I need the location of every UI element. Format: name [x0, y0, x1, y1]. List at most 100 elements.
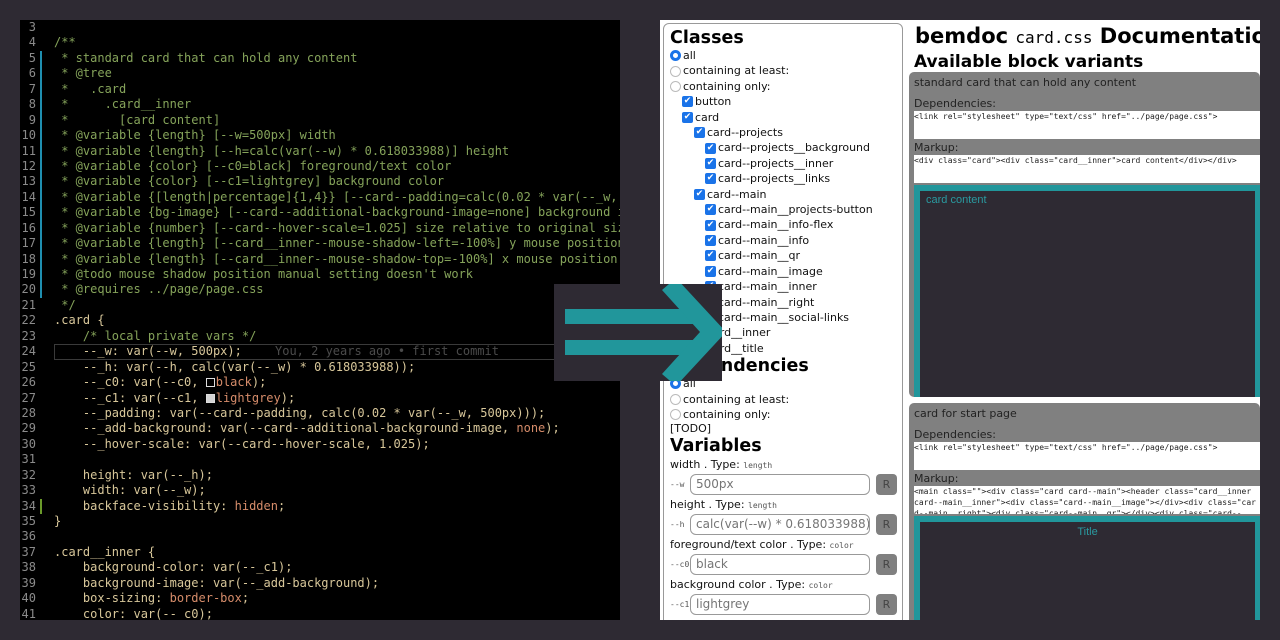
code-text: */: [54, 297, 76, 312]
radio-button[interactable]: [670, 409, 681, 421]
code-line[interactable]: 23 /* local private vars */: [20, 329, 620, 344]
code-line[interactable]: 7 * .card: [20, 81, 620, 98]
class-checkbox-item[interactable]: ✔ card--main__info-flex: [670, 217, 902, 232]
class-checkbox-item[interactable]: ✔ card--main__image: [670, 264, 902, 279]
code-line[interactable]: 13 * @variable {color} [--c1=lightgrey] …: [20, 174, 620, 190]
code-line[interactable]: 34 backface-visibility: hidden;: [20, 498, 620, 514]
checkbox[interactable]: ✔: [705, 158, 716, 170]
checkbox[interactable]: ✔: [694, 188, 705, 200]
variable-input[interactable]: [690, 473, 870, 495]
markup-code[interactable]: <div class="card"><div class="card__inne…: [914, 155, 1260, 183]
code-line[interactable]: 8 * .card__inner: [20, 97, 620, 113]
variable-name: --w: [670, 479, 685, 489]
card-preview[interactable]: card content: [914, 185, 1260, 397]
dependencies-code[interactable]: <link rel="stylesheet" type="text/css" h…: [914, 111, 1260, 139]
class-checkbox-item[interactable]: ✔ card--projects__inner: [670, 156, 902, 171]
line-number: 36: [21, 529, 36, 544]
radio-button[interactable]: [670, 65, 681, 77]
code-line[interactable]: 36: [20, 529, 620, 544]
code-line[interactable]: 4 /**: [20, 35, 620, 50]
class-checkbox-item[interactable]: ✔ card--projects: [670, 125, 902, 140]
radio-button[interactable]: [670, 50, 681, 62]
sidebar-scrollbar[interactable]: [902, 44, 903, 620]
code-line[interactable]: 22 .card {: [20, 313, 620, 328]
code-line[interactable]: 35}: [20, 514, 620, 529]
class-checkbox-item[interactable]: ✔ card--main: [670, 187, 902, 202]
variable-input[interactable]: [690, 593, 870, 615]
checkbox[interactable]: ✔: [682, 111, 693, 123]
color-swatch-icon[interactable]: [205, 378, 215, 388]
code-line[interactable]: 32 height: var(--_h);: [20, 468, 620, 483]
code-line[interactable]: 6 * @tree: [20, 66, 620, 82]
class-filter-radio-2[interactable]: containing only:: [670, 79, 902, 94]
code-line[interactable]: 10 * @variable {length} [--w=500px] widt…: [20, 128, 620, 144]
line-number: 18: [21, 251, 36, 266]
class-checkbox-item[interactable]: ✔ button: [670, 94, 902, 109]
reset-button[interactable]: R: [876, 593, 897, 615]
class-label: card--projects__inner: [718, 156, 834, 170]
code-line[interactable]: 29 --_add-background: var(--card--additi…: [20, 421, 620, 436]
code-line[interactable]: 20 * @requires ../page/page.css: [20, 282, 620, 298]
code-line[interactable]: 3: [20, 20, 620, 35]
code-line[interactable]: 16 * @variable {number} [--card--hover-s…: [20, 220, 620, 237]
line-number: 3: [28, 20, 36, 34]
code-line[interactable]: 24 --_w: var(--w, 500px); You, 2 years ag…: [20, 344, 620, 360]
class-checkbox-item[interactable]: ✔ card--main__info: [670, 233, 902, 248]
code-line[interactable]: 21 */: [20, 298, 620, 313]
code-line[interactable]: 27 --_c1: var(--c1, lightgrey);: [20, 391, 620, 406]
code-line[interactable]: 5 * standard card that can hold any cont…: [20, 50, 620, 67]
checkbox[interactable]: ✔: [694, 127, 705, 139]
class-checkbox-item[interactable]: ✔ card--main__projects-button: [670, 202, 902, 217]
reset-button[interactable]: R: [876, 473, 897, 495]
class-filter-radio-1[interactable]: containing at least:: [670, 63, 902, 78]
card-preview[interactable]: Title: [914, 516, 1260, 620]
markup-code[interactable]: <main class=""><div class="card card--ma…: [914, 486, 1260, 514]
code-line[interactable]: 26 --_c0: var(--c0, black);: [20, 375, 620, 390]
dependencies-code[interactable]: <link rel="stylesheet" type="text/css" h…: [914, 442, 1260, 470]
code-line[interactable]: 15 * @variable {bg-image} [--card--addit…: [20, 205, 620, 221]
reset-button[interactable]: R: [876, 513, 897, 535]
checkbox[interactable]: ✔: [705, 235, 716, 247]
checkbox[interactable]: ✔: [705, 204, 716, 216]
color-swatch-icon[interactable]: [205, 393, 215, 403]
variable-row: --h R: [670, 512, 902, 536]
checkbox[interactable]: ✔: [705, 142, 716, 154]
code-editor[interactable]: 3 4/** 5 * standard card that can hold any…: [20, 20, 620, 620]
radio-button[interactable]: [670, 393, 681, 405]
code-line[interactable]: 41 color: var(--_c0);: [20, 607, 620, 620]
code-line[interactable]: 25 --_h: var(--h, calc(var(--_w) * 0.618…: [20, 360, 620, 375]
code-line[interactable]: 19 * @todo mouse shadow position manual …: [20, 267, 620, 283]
code-line[interactable]: 39 background-image: var(--_add-backgrou…: [20, 576, 620, 591]
checkbox[interactable]: ✔: [705, 219, 716, 231]
code-line[interactable]: 17 * @variable {length} [--card__inner--…: [20, 236, 620, 252]
reset-button[interactable]: R: [876, 553, 897, 575]
code-text: --_c0: var(--c0, black);: [54, 375, 267, 390]
class-checkbox-item[interactable]: ✔ card--projects__background: [670, 140, 902, 155]
dependency-filter-radio-2[interactable]: containing only:: [670, 407, 902, 422]
class-filter-radio-0[interactable]: all: [670, 48, 902, 63]
code-line[interactable]: 33 width: var(--_w);: [20, 483, 620, 498]
code-line[interactable]: 9 * [card content]: [20, 112, 620, 129]
code-line[interactable]: 38 background-color: var(--_c1);: [20, 560, 620, 575]
code-line[interactable]: 28 --_padding: var(--card--padding, calc…: [20, 406, 620, 421]
checkbox[interactable]: ✔: [705, 250, 716, 262]
markup-label: Markup:: [914, 472, 959, 485]
code-line[interactable]: 18 * @variable {length} [--card__inner--…: [20, 251, 620, 267]
class-checkbox-item[interactable]: ✔ card--projects__links: [670, 171, 902, 186]
checkbox[interactable]: ✔: [682, 96, 693, 108]
checkbox[interactable]: ✔: [705, 173, 716, 185]
code-line[interactable]: 11 * @variable {length} [--h=calc(var(--…: [20, 143, 620, 159]
variable-input[interactable]: [690, 513, 870, 535]
code-line[interactable]: 12 * @variable {color} [--c0=black] fore…: [20, 158, 620, 175]
code-line[interactable]: 30 --_hover-scale: var(--card--hover-sca…: [20, 437, 620, 452]
class-checkbox-item[interactable]: ✔ card: [670, 110, 902, 125]
class-checkbox-item[interactable]: ✔ card--main__qr: [670, 248, 902, 263]
radio-button[interactable]: [670, 81, 681, 93]
code-line[interactable]: 14 * @variable {[length|percentage]{1,4}…: [20, 189, 620, 206]
dependency-filter-radio-1[interactable]: containing at least:: [670, 392, 902, 407]
checkbox[interactable]: ✔: [705, 265, 716, 277]
code-line[interactable]: 40 box-sizing: border-box;: [20, 591, 620, 606]
code-line[interactable]: 31: [20, 452, 620, 467]
code-line[interactable]: 37 .card__inner {: [20, 545, 620, 560]
variable-input[interactable]: [690, 553, 870, 575]
